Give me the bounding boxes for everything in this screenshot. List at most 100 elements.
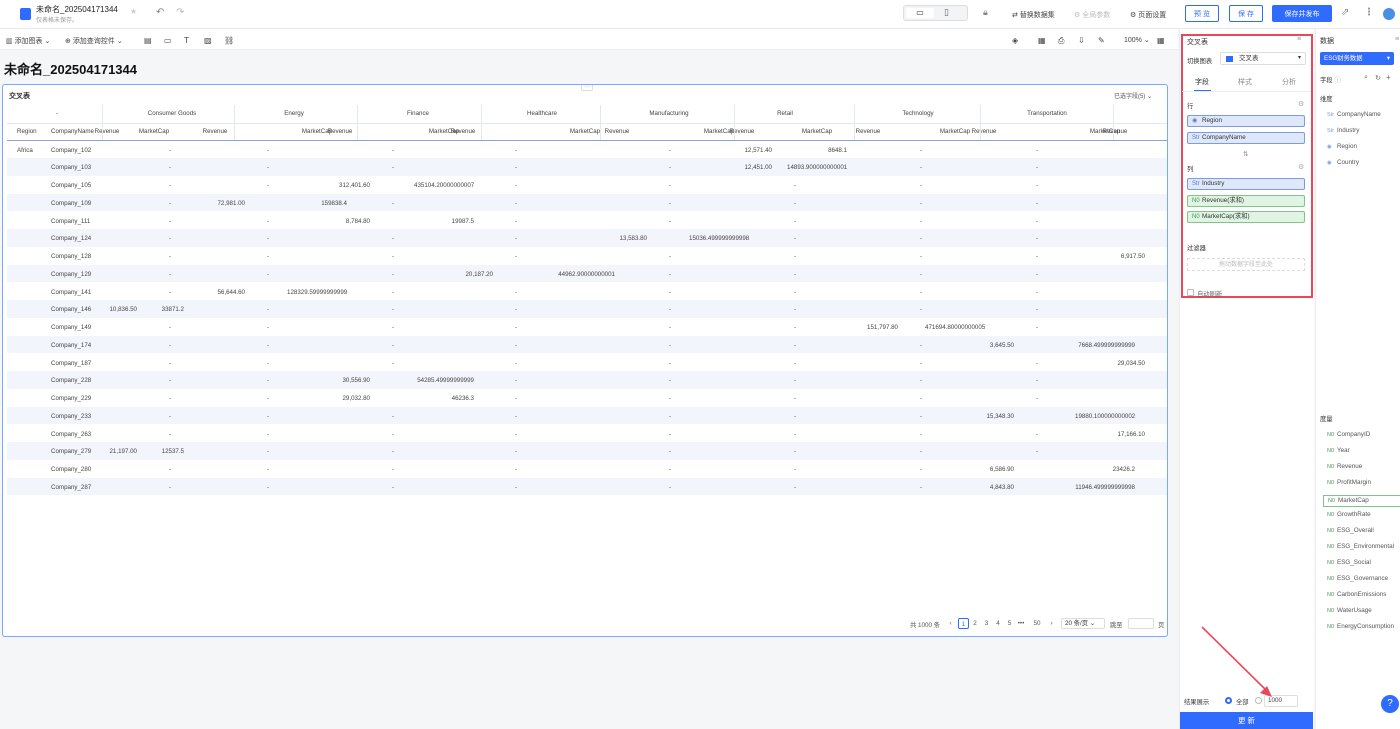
column-measure-revenue[interactable]: N0 Revenue(求和) [1187, 195, 1305, 207]
measure-field[interactable]: N0 EnergyConsumption [1327, 623, 1394, 630]
refresh-icon[interactable]: ↻ [1375, 74, 1381, 82]
page-5[interactable]: 5 [1004, 618, 1015, 629]
next-page-icon[interactable]: › [1046, 618, 1057, 629]
row-field-region[interactable]: ◉ Region [1187, 115, 1305, 127]
link-icon[interactable]: ⛓ [224, 36, 234, 45]
page-3[interactable]: 3 [981, 618, 992, 629]
update-button[interactable]: 更 新 [1180, 712, 1313, 729]
measure-field[interactable]: N0 WaterUsage [1327, 607, 1372, 614]
table-row: Company_229 - - 29,032.80 46236.3 - - - - - - [7, 389, 1167, 407]
print-icon[interactable]: ⎙ [1058, 36, 1064, 46]
page-7[interactable]: 50 [1032, 618, 1043, 629]
page-4[interactable]: 4 [993, 618, 1004, 629]
prev-page-icon[interactable]: ‹ [945, 618, 956, 629]
filter-icon[interactable]: ▤ [144, 36, 152, 45]
pivot-table-card[interactable]: ⋯ 交叉表 已选字段(5) ⌄ - Consumer Goods Energy Fin… [2, 84, 1168, 637]
column-measure-marketcap[interactable]: N0 MarketCap(求和) [1187, 211, 1305, 223]
value-cell: - [668, 359, 671, 367]
drag-handle-icon[interactable]: ⋯ [581, 85, 593, 91]
zoom-select[interactable]: 100% ⌄ [1124, 36, 1150, 44]
image-icon[interactable]: ▨ [204, 36, 212, 45]
swap-icon[interactable]: ⇅ [1243, 150, 1248, 158]
measure-field[interactable]: N0 MarketCap [1323, 495, 1400, 507]
add-query-button[interactable]: ⊕ 添加查询控件 ⌄ [65, 36, 123, 46]
edit-icon[interactable]: ✎ [1098, 36, 1105, 45]
all-radio[interactable] [1225, 697, 1232, 704]
save-publish-button[interactable]: 保存并发布 [1272, 5, 1332, 22]
tab-fields[interactable]: 字段 [1195, 77, 1209, 87]
value-cell: - [391, 483, 394, 491]
rows-settings-icon[interactable]: ⚙ [1298, 100, 1304, 108]
chevron-down-icon: ▾ [1386, 55, 1390, 62]
measure-field[interactable]: N0 ESG_Environmental [1327, 543, 1394, 550]
global-params-button[interactable]: ⚙ 全局参数 [1074, 10, 1110, 20]
help-icon[interactable]: ? [1381, 695, 1399, 713]
search-icon[interactable]: ⌕ [1364, 74, 1368, 82]
share-icon[interactable]: ⇗ [1341, 7, 1349, 18]
selected-fields-dropdown[interactable]: 已选字段(5) ⌄ [1114, 91, 1152, 100]
report-icon[interactable]: ▦ [1038, 36, 1046, 45]
goto-page-input[interactable] [1128, 618, 1154, 629]
measure-field[interactable]: N0 GrowthRate [1327, 511, 1371, 518]
chart-type-select[interactable]: 交叉表 ▾ [1220, 52, 1306, 65]
redo-icon[interactable]: ↷ [176, 7, 184, 18]
number-field-icon: N0 [1328, 498, 1336, 504]
dataset-select[interactable]: ESG财务数据 ▾ [1320, 52, 1394, 65]
auto-refresh-checkbox[interactable] [1187, 289, 1194, 296]
dimension-field[interactable]: Str Industry [1327, 127, 1359, 134]
replace-dataset-button[interactable]: ⇄ 替换数据集 [1012, 10, 1055, 20]
page-1[interactable]: 1 [958, 618, 969, 629]
mobile-icon[interactable]: ▯ [944, 7, 949, 18]
measure-field[interactable]: N0 CompanyID [1327, 431, 1370, 438]
device-switch[interactable]: ▭ ▯ [903, 5, 968, 21]
theme-icon[interactable]: ◈ [1012, 36, 1018, 45]
measure-field[interactable]: N0 Revenue [1327, 463, 1362, 470]
measure-field[interactable]: N0 CarbonEmissions [1327, 591, 1386, 598]
measure-field[interactable]: N0 ESG_Overall [1327, 527, 1374, 534]
filter-dropzone[interactable]: 拖动数据字段至此处 [1187, 258, 1305, 271]
industry-header: Transportation [1027, 110, 1067, 117]
measure-field[interactable]: N0 Year [1327, 447, 1350, 454]
page-size-select[interactable]: 20 条/页 ⌄ [1061, 618, 1105, 629]
more-icon[interactable]: ⋮ [1364, 7, 1374, 18]
value-cell: - [391, 466, 394, 473]
measure-field[interactable]: N0 ESG_Social [1327, 559, 1371, 566]
collapse-icon[interactable]: ≡ [1297, 36, 1301, 43]
page-title[interactable]: 未命名_202504171344 [4, 59, 137, 78]
collapse-data-icon[interactable]: ≡ [1395, 36, 1399, 43]
tab-style[interactable]: 样式 [1238, 77, 1252, 87]
add-field-icon[interactable]: + [1386, 73, 1391, 82]
row-field-companyname[interactable]: Str CompanyName [1187, 132, 1305, 144]
text-icon[interactable]: T [184, 36, 189, 45]
limit-input[interactable]: 1000 [1264, 695, 1298, 707]
value-cell: - [266, 164, 269, 172]
column-field-industry[interactable]: Str Industry [1187, 178, 1305, 190]
columns-settings-icon[interactable]: ⚙ [1298, 163, 1304, 171]
value-cell: - [1159, 413, 1168, 420]
dimension-field[interactable]: ◉ Region [1327, 143, 1357, 150]
dimension-field[interactable]: Str CompanyName [1327, 111, 1381, 118]
preview-button[interactable]: 预 览 [1185, 5, 1219, 22]
add-chart-button[interactable]: ▥ 添加图表 ⌄ [6, 36, 50, 46]
page-settings-button[interactable]: ⚙ 页面设置 [1130, 10, 1166, 20]
page-2[interactable]: 2 [970, 618, 981, 629]
lock-icon[interactable]: 🔒︎ [983, 7, 988, 18]
dimension-field[interactable]: ◉ Country [1327, 159, 1359, 166]
undo-icon[interactable]: ↶ [156, 7, 164, 18]
export-icon[interactable]: ⇩ [1078, 36, 1085, 45]
document-title[interactable]: 未命名_202504171344 [36, 4, 118, 15]
measure-field[interactable]: N0 ProfitMargin [1327, 479, 1371, 486]
value-cell: - [168, 182, 171, 189]
page-6[interactable]: ••• [1016, 618, 1027, 629]
limit-radio[interactable] [1255, 697, 1262, 704]
tab-icon[interactable]: ▭ [164, 36, 172, 45]
save-button[interactable]: 保 存 [1229, 5, 1263, 22]
user-avatar[interactable] [1383, 8, 1395, 20]
value-cell: 471694.80000000005 [925, 324, 986, 331]
star-icon[interactable]: ★ [130, 7, 137, 16]
tab-analysis[interactable]: 分析 [1282, 77, 1296, 87]
measure-field[interactable]: N0 ESG_Governance [1327, 575, 1388, 582]
desktop-icon[interactable]: ▭ [906, 8, 934, 18]
grid-icon[interactable]: ▦ [1157, 36, 1165, 45]
value-cell: - [668, 217, 671, 225]
